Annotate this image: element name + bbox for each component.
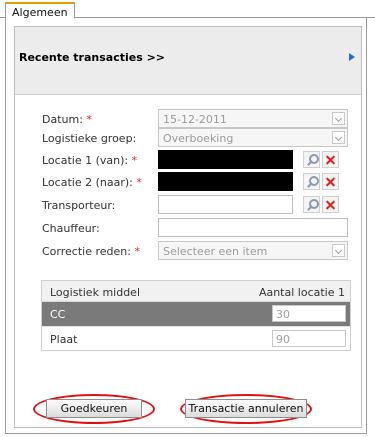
locatie2-label: Locatie 2 (naar): * [42, 176, 142, 189]
cancel-transaction-button[interactable]: Transactie annuleren [185, 399, 307, 418]
correctie-reden-label: Correctie reden: * [42, 245, 140, 258]
arrow-right-icon[interactable] [349, 53, 355, 61]
table-header: Logistiek middel Aantal locatie 1 [42, 281, 350, 302]
column-logistiek-middel: Logistiek middel [50, 286, 140, 299]
quantity-input[interactable]: 30 [272, 305, 346, 322]
transporteur-label: Transporteur: [42, 199, 116, 212]
locatie1-row: Locatie 1 (van): * [15, 150, 361, 170]
chevron-down-icon[interactable] [332, 131, 345, 144]
logistiek-table: Logistiek middel Aantal locatie 1 CC 30 … [41, 280, 351, 351]
tab-strip: Algemeen [0, 0, 375, 19]
locatie1-input[interactable] [158, 150, 293, 169]
tab-algemeen[interactable]: Algemeen [5, 2, 75, 19]
table-row[interactable]: Plaat 90 [42, 326, 350, 350]
chevron-down-icon[interactable] [332, 244, 345, 257]
logistieke-groep-select[interactable]: Overboeking [158, 128, 348, 147]
correctie-reden-row: Correctie reden: * Selecteer een item [15, 241, 361, 261]
search-icon[interactable] [303, 151, 320, 168]
transporteur-row: Transporteur: [15, 195, 361, 215]
quantity-input[interactable]: 90 [272, 330, 346, 347]
chauffeur-row: Chauffeur: [15, 218, 361, 238]
datum-row: Datum: * 15-12-2011 [15, 109, 361, 129]
delete-icon[interactable] [322, 196, 339, 213]
recent-transactions-link[interactable]: Recente transacties >> [19, 51, 165, 64]
search-icon[interactable] [303, 196, 320, 213]
tab-content: Recente transacties >> Datum: * 15-12-20… [5, 18, 367, 434]
transaction-panel: Recente transacties >> Datum: * 15-12-20… [14, 26, 362, 428]
correctie-reden-select[interactable]: Selecteer een item [158, 241, 348, 260]
search-icon[interactable] [303, 173, 320, 190]
locatie2-input[interactable] [158, 172, 293, 191]
column-aantal-locatie1: Aantal locatie 1 [258, 286, 345, 299]
chevron-down-icon[interactable] [332, 112, 345, 125]
delete-icon[interactable] [322, 151, 339, 168]
panel-header: Recente transacties >> [15, 27, 361, 95]
table-row[interactable]: CC 30 [42, 302, 350, 326]
chauffeur-input[interactable] [158, 218, 348, 237]
transporteur-input[interactable] [158, 195, 293, 214]
logistieke-groep-row: Logistieke groep: Overboeking [15, 128, 361, 148]
datum-field[interactable]: 15-12-2011 [158, 109, 348, 128]
locatie1-label: Locatie 1 (van): * [42, 154, 138, 167]
delete-icon[interactable] [322, 173, 339, 190]
chauffeur-label: Chauffeur: [42, 222, 100, 235]
approve-button[interactable]: Goedkeuren [46, 399, 142, 418]
logistieke-groep-label: Logistieke groep: [42, 132, 137, 145]
datum-label: Datum: * [42, 113, 92, 126]
locatie2-row: Locatie 2 (naar): * [15, 172, 361, 192]
